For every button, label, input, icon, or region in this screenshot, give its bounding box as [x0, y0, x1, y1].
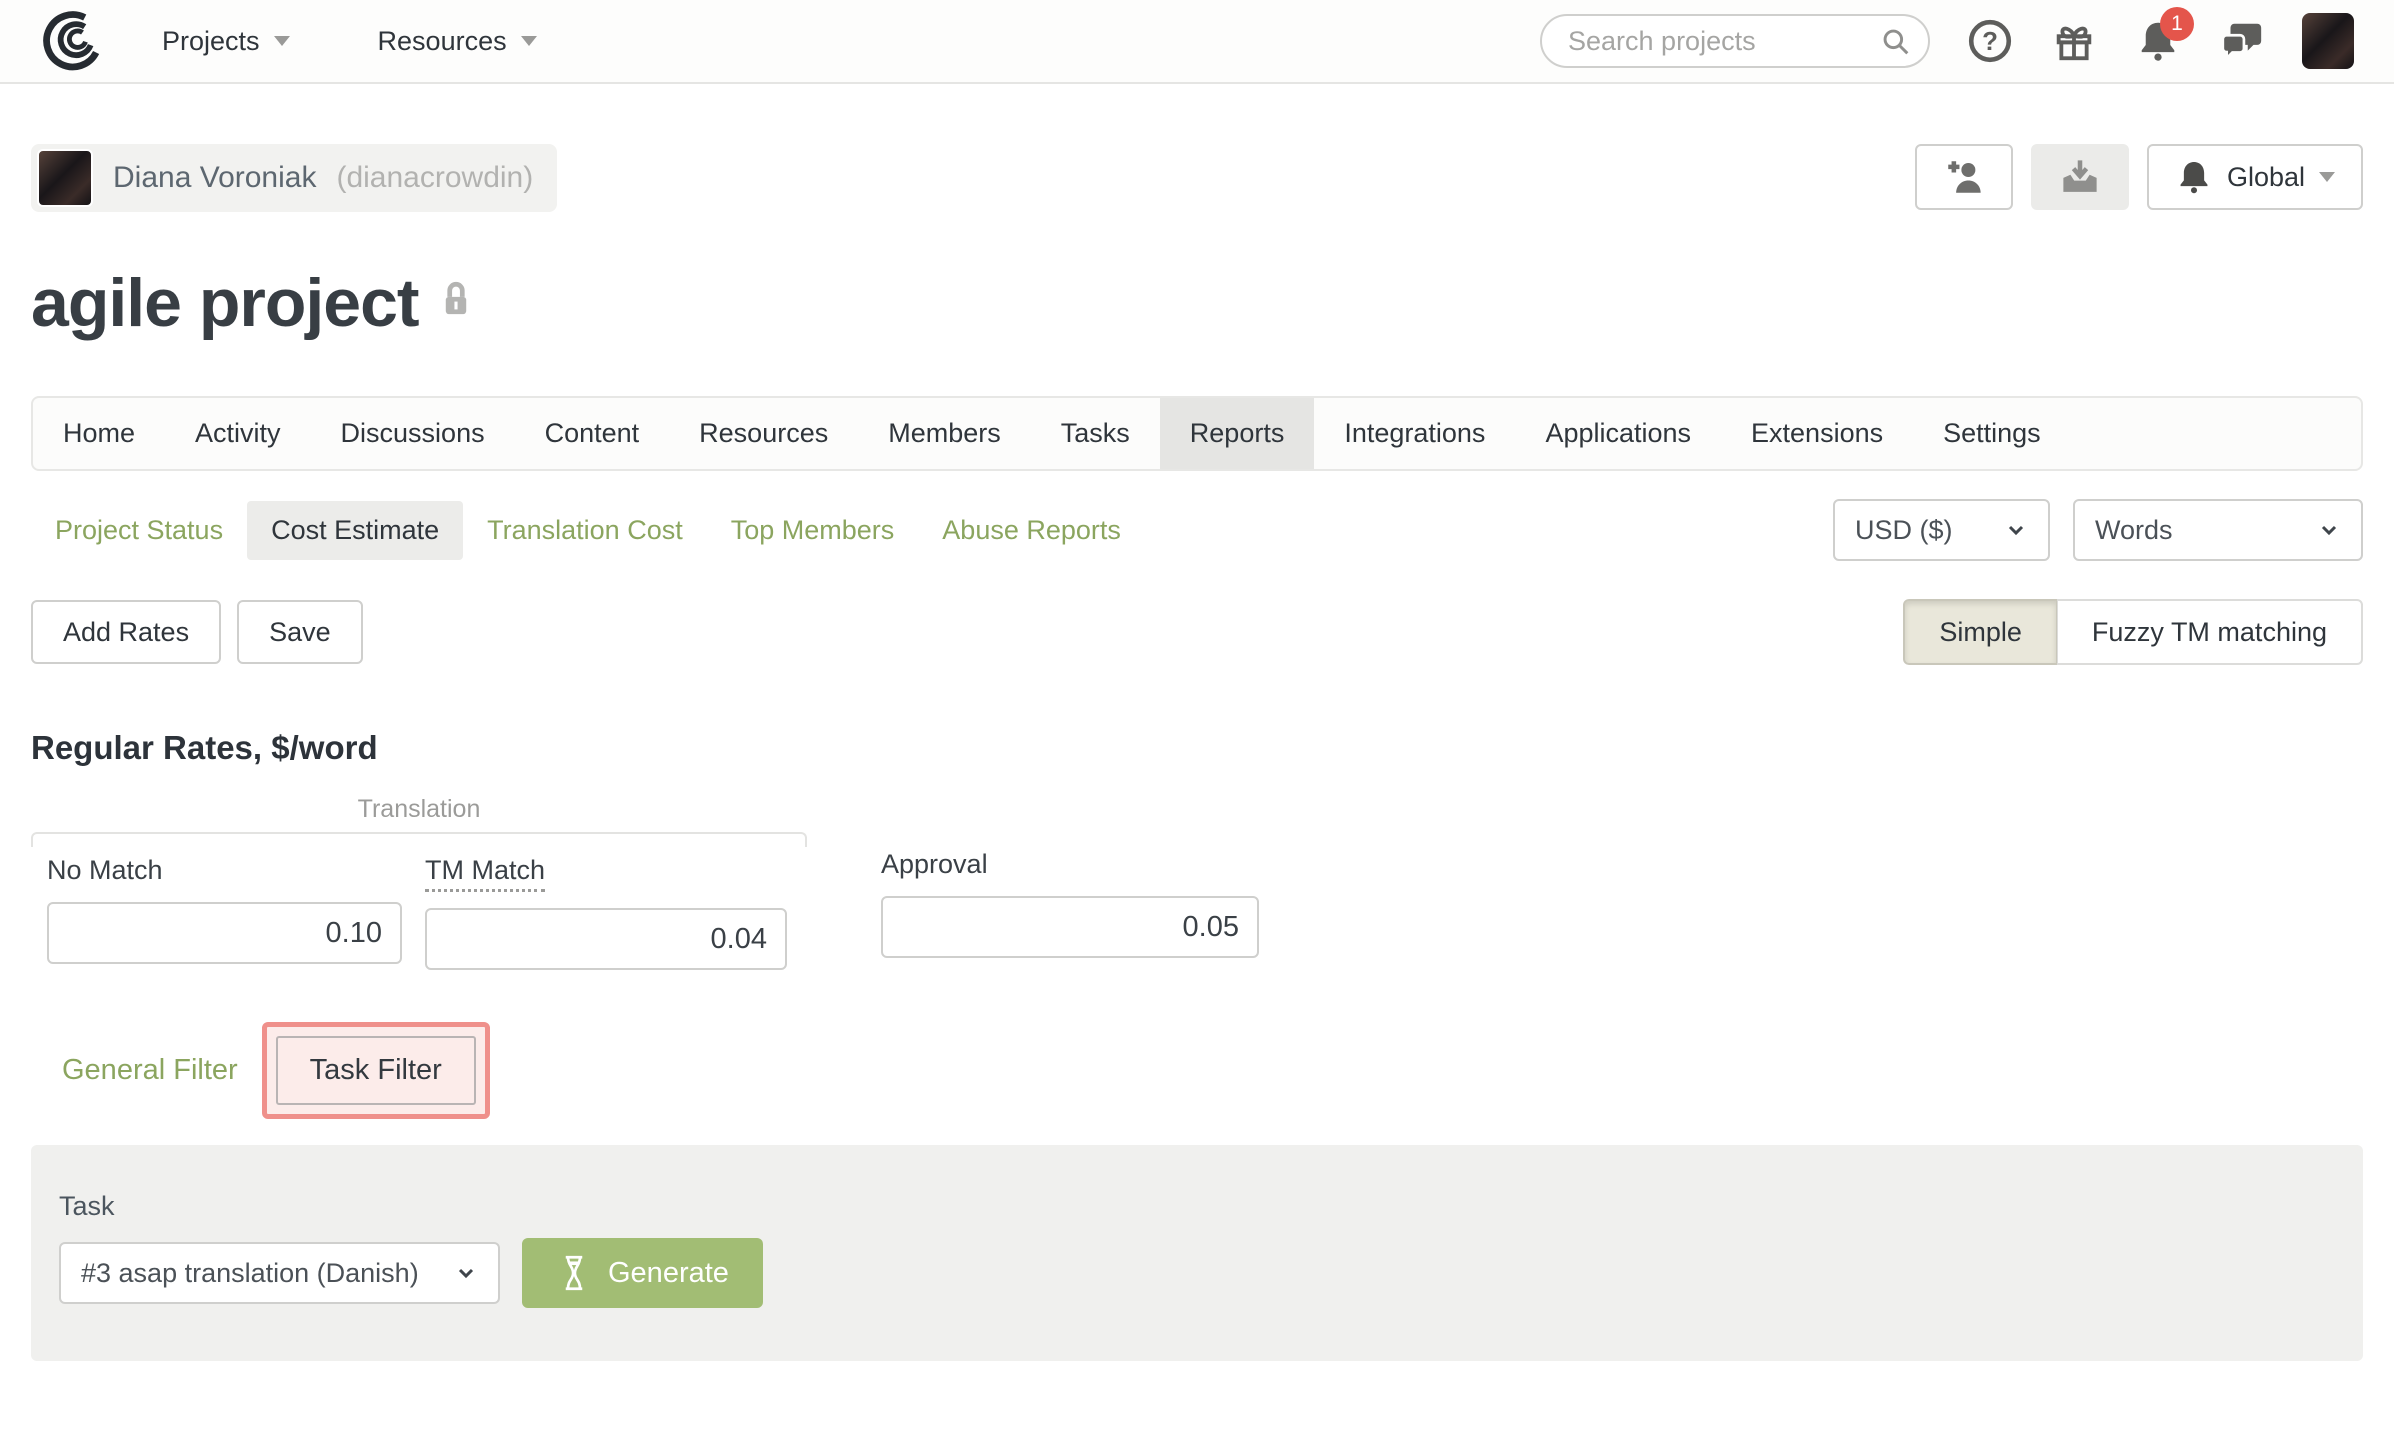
top-navigation-bar: Projects Resources ?: [0, 0, 2394, 84]
report-options: USD ($) Words: [1833, 499, 2363, 561]
chevron-down-icon: [454, 1261, 478, 1285]
unit-select[interactable]: Words: [2073, 499, 2363, 561]
nav-projects-label: Projects: [162, 25, 260, 56]
task-label: Task: [59, 1191, 115, 1221]
download-icon: [2063, 160, 2097, 192]
caret-down-icon: [273, 36, 290, 46]
nav-resources-dropdown[interactable]: Resources: [378, 26, 537, 57]
rates-heading: Regular Rates, $/word: [31, 729, 378, 766]
current-user-avatar[interactable]: [2302, 13, 2354, 69]
unit-selected-value: Words: [2095, 514, 2173, 545]
crowdin-logo-icon[interactable]: [40, 9, 104, 73]
tab-members[interactable]: Members: [858, 398, 1031, 469]
currency-select[interactable]: USD ($): [1833, 499, 2050, 561]
translation-rate-group: Translation No Match TM Match: [31, 795, 807, 970]
caret-down-icon: [520, 36, 537, 46]
tab-discussions[interactable]: Discussions: [311, 398, 515, 469]
global-label: Global: [2226, 161, 2305, 192]
subtab-top-members[interactable]: Top Members: [707, 501, 919, 560]
notification-count-badge: 1: [2160, 7, 2194, 41]
top-nav-menu: Projects Resources: [162, 26, 537, 57]
tab-extensions[interactable]: Extensions: [1721, 398, 1913, 469]
search-input[interactable]: [1540, 14, 1930, 68]
subtab-project-status[interactable]: Project Status: [31, 501, 247, 560]
general-filter-link[interactable]: General Filter: [62, 1054, 238, 1087]
rates-toolbar: Add Rates Save Simple Fuzzy TM matching: [31, 599, 2363, 665]
task-selected-value: #3 asap translation (Danish): [81, 1257, 419, 1288]
no-match-input[interactable]: [47, 902, 402, 964]
owner-name: Diana Voroniak: [113, 161, 317, 194]
tm-match-field: TM Match: [425, 855, 787, 970]
owner-avatar: [37, 149, 93, 207]
task-select[interactable]: #3 asap translation (Danish): [59, 1242, 500, 1304]
translation-group-bracket: [31, 832, 807, 847]
currency-selected-value: USD ($): [1855, 514, 1953, 545]
private-project-lock-icon: [437, 278, 475, 322]
page-title: agile project: [31, 265, 420, 341]
caret-down-icon: [2319, 172, 2335, 182]
download-project-button[interactable]: [2030, 144, 2129, 210]
tab-reports[interactable]: Reports: [1159, 398, 1315, 469]
translation-group-label: Translation: [357, 795, 481, 823]
chevron-down-icon: [2317, 518, 2341, 542]
rates-mode-switch: Simple Fuzzy TM matching: [1903, 599, 2363, 665]
approval-input[interactable]: [881, 896, 1259, 958]
report-subtabs: Project Status Cost Estimate Translation…: [31, 500, 1145, 560]
tab-resources[interactable]: Resources: [669, 398, 858, 469]
subtab-cost-estimate[interactable]: Cost Estimate: [247, 500, 464, 560]
rates-area: Translation No Match TM Match Approval: [31, 795, 2363, 970]
tab-settings[interactable]: Settings: [1913, 398, 2071, 469]
tab-content[interactable]: Content: [515, 398, 670, 469]
generate-button[interactable]: Generate: [522, 1238, 763, 1308]
task-filter-highlight: Task Filter: [261, 1022, 490, 1119]
add-rates-button[interactable]: Add Rates: [31, 600, 222, 664]
chevron-down-icon: [2004, 518, 2028, 542]
tab-applications[interactable]: Applications: [1515, 398, 1721, 469]
mode-fuzzy-tm-button[interactable]: Fuzzy TM matching: [2056, 599, 2363, 665]
save-button[interactable]: Save: [237, 600, 363, 664]
nav-projects-dropdown[interactable]: Projects: [162, 26, 290, 57]
messages-button[interactable]: [2218, 17, 2266, 65]
report-subtab-row: Project Status Cost Estimate Translation…: [31, 499, 2363, 561]
gift-button[interactable]: [2050, 17, 2098, 65]
project-header-row: Diana Voroniak (dianacrowdin) Global: [31, 144, 2363, 212]
tab-tasks[interactable]: Tasks: [1031, 398, 1160, 469]
filter-row: General Filter Task Filter: [31, 1022, 2363, 1119]
subtab-abuse-reports[interactable]: Abuse Reports: [918, 501, 1145, 560]
title-row: agile project: [31, 264, 2363, 342]
project-owner-link[interactable]: Diana Voroniak (dianacrowdin): [31, 144, 558, 212]
notifications-bell-button[interactable]: 1: [2134, 7, 2194, 65]
project-tabs: Home Activity Discussions Content Resour…: [31, 396, 2363, 471]
help-button[interactable]: ?: [1966, 17, 2014, 65]
global-notifications-button[interactable]: Global: [2146, 144, 2363, 210]
header-actions: Global: [1914, 144, 2363, 210]
tm-match-input[interactable]: [425, 908, 787, 970]
tab-activity[interactable]: Activity: [165, 398, 311, 469]
nav-resources-label: Resources: [377, 25, 507, 56]
approval-field: Approval: [881, 849, 1259, 958]
rates-buttons: Add Rates Save: [31, 600, 363, 664]
mode-simple-button[interactable]: Simple: [1903, 599, 2057, 665]
add-user-icon: [1948, 161, 1981, 193]
svg-text:?: ?: [1982, 28, 1998, 56]
search-wrap: [1540, 14, 1930, 68]
no-match-field: No Match: [47, 855, 402, 970]
topbar-right-cluster: ? 1: [1540, 7, 2354, 69]
approval-label: Approval: [881, 849, 988, 879]
task-filter-button[interactable]: Task Filter: [275, 1036, 476, 1105]
tab-home[interactable]: Home: [33, 398, 165, 469]
task-filter-panel: Task #3 asap translation (Danish) Genera…: [31, 1145, 2363, 1361]
bell-icon: [2180, 161, 2208, 194]
search-icon[interactable]: [1880, 26, 1912, 58]
invite-people-button[interactable]: [1914, 144, 2013, 210]
subtab-translation-cost[interactable]: Translation Cost: [463, 501, 707, 560]
tm-match-label: TM Match: [425, 855, 546, 892]
owner-handle: (dianacrowdin): [336, 161, 534, 194]
tab-integrations[interactable]: Integrations: [1314, 398, 1515, 469]
hourglass-icon: [556, 1253, 592, 1293]
page-content: Diana Voroniak (dianacrowdin) Global agi…: [0, 144, 2394, 1361]
no-match-label: No Match: [47, 855, 163, 885]
generate-label: Generate: [608, 1256, 729, 1289]
